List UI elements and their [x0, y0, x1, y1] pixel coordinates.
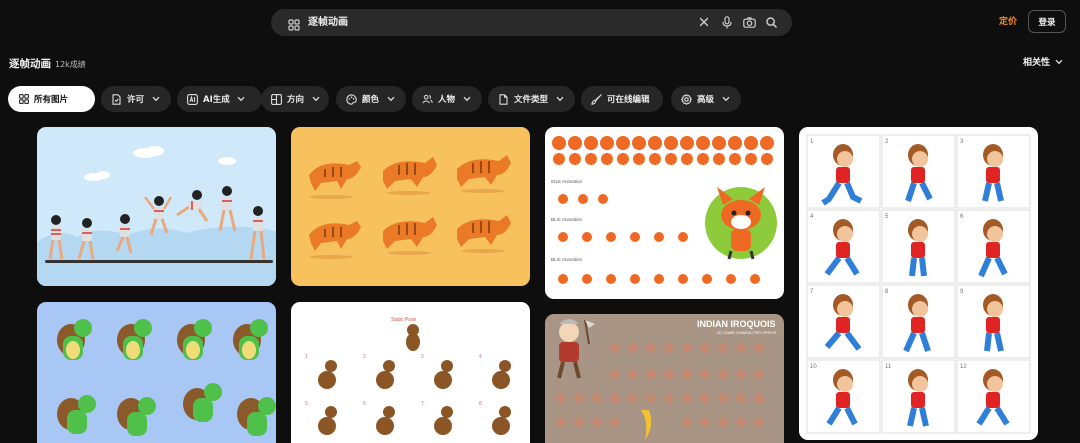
frame-number: 5 — [885, 214, 889, 220]
filter-label: 方向 — [287, 95, 305, 105]
results-count: 12k成绩 — [55, 60, 86, 69]
search-bar[interactable]: 逐帧动画 — [271, 9, 792, 36]
frame-number: 3 — [421, 354, 424, 360]
frame-number: 9 — [960, 289, 964, 295]
microphone-icon[interactable] — [720, 15, 734, 29]
filter-color[interactable]: 颜色 — [336, 86, 406, 112]
file-icon — [498, 93, 509, 105]
filter-file-type[interactable]: 文件类型 — [488, 86, 575, 112]
search-icon[interactable] — [764, 15, 778, 29]
camera-icon[interactable] — [742, 15, 756, 29]
frame-number: 4 — [479, 354, 482, 360]
frame-number: 4 — [810, 214, 814, 220]
filter-label: 颜色 — [362, 95, 380, 105]
frame-number: 6 — [960, 214, 964, 220]
filter-people[interactable]: 人物 — [412, 86, 482, 112]
frame-number: 10 — [810, 364, 817, 370]
tiger-run-illustration — [309, 155, 511, 259]
sort-dropdown[interactable]: 相关性 — [1023, 57, 1063, 70]
chevron-down-icon — [462, 95, 471, 104]
chevron-down-icon — [1055, 57, 1063, 70]
filter-label: 许可 — [127, 95, 145, 105]
chevron-down-icon — [555, 95, 564, 104]
sprite-label-1: IDLE Animation — [551, 179, 583, 184]
jump-sequence-illustration — [37, 146, 276, 286]
sort-label: 相关性 — [1023, 58, 1051, 68]
filter-label: 所有图片 — [34, 95, 69, 105]
result-image-iroquois-sprite-sheet[interactable]: INDIAN IROQUOIS 2D GAME CHARACTER SPRITE — [545, 314, 784, 443]
turtle-sprite-illustration — [57, 319, 276, 436]
result-image-jump-sequence[interactable] — [37, 127, 276, 286]
sprite-label-2: BLIC Animation — [551, 217, 583, 222]
ai-icon — [187, 93, 198, 105]
frame-number: 1 — [305, 354, 308, 360]
frame-number: 11 — [885, 364, 892, 370]
frame-number: 5 — [305, 401, 308, 407]
frame-number: 8 — [479, 401, 482, 407]
pricing-link[interactable]: 定价 — [999, 15, 1017, 29]
result-image-tiger-run[interactable] — [291, 127, 530, 286]
filter-label: 高级 — [697, 95, 715, 105]
result-image-fox-sprite-sheet[interactable]: IDLE Animation BLIC Animation BLIC Anima… — [545, 127, 784, 299]
sprite-caption: Static Pose — [391, 317, 417, 323]
palette-icon — [346, 93, 357, 105]
fox-sprite-illustration: IDLE Animation BLIC Animation BLIC Anima… — [551, 136, 777, 284]
result-image-boy-walk-cycle[interactable]: 1 2 3 4 5 6 7 8 9 10 11 12 — [799, 127, 1038, 440]
filter-advanced[interactable]: 高级 — [671, 86, 741, 112]
result-image-turtle-sprites[interactable] — [37, 302, 276, 443]
frame-number: 3 — [960, 139, 964, 145]
filter-label: 文件类型 — [514, 95, 549, 105]
frame-number: 6 — [363, 401, 366, 407]
sprite-sheet-subtitle: 2D GAME CHARACTER SPRITE — [717, 330, 777, 335]
frame-number: 1 — [810, 139, 814, 145]
filter-all-images[interactable]: 所有图片 — [8, 86, 95, 112]
frame-number: 7 — [421, 401, 424, 407]
orientation-icon — [271, 93, 282, 105]
results-title: 逐帧动画 — [9, 58, 51, 70]
sprite-sheet-title: INDIAN IROQUOIS — [697, 319, 776, 329]
filter-label: AI生成 — [203, 95, 230, 105]
iroquois-sprite-illustration: INDIAN IROQUOIS 2D GAME CHARACTER SPRITE — [556, 319, 777, 440]
sprite-label-3: BLIC Animation — [551, 257, 583, 262]
filter-ai-generated[interactable]: AI生成 — [177, 86, 262, 112]
license-icon — [111, 93, 122, 105]
login-button[interactable]: 登录 — [1028, 10, 1066, 33]
result-image-monkey-sprites[interactable]: Static Pose 1 2 3 4 5 6 7 8 — [291, 302, 530, 443]
frame-number: 12 — [960, 364, 967, 370]
filter-editable-online[interactable]: 可在线编辑 — [581, 86, 663, 112]
chevron-down-icon — [151, 95, 160, 104]
boy-walk-illustration: 1 2 3 4 5 6 7 8 9 10 11 12 — [806, 134, 1031, 434]
filter-label: 人物 — [438, 95, 456, 105]
clear-icon[interactable] — [697, 15, 711, 29]
gear-icon — [681, 93, 692, 105]
chevron-down-icon — [311, 95, 320, 104]
filter-label: 可在线编辑 — [607, 95, 650, 105]
frame-number: 8 — [885, 289, 889, 295]
chevron-down-icon — [237, 95, 246, 104]
filter-orientation[interactable]: 方向 — [261, 86, 329, 112]
search-input[interactable]: 逐帧动画 — [308, 15, 348, 30]
frame-number: 2 — [363, 354, 366, 360]
frame-number: 2 — [885, 139, 889, 145]
frame-number: 7 — [810, 289, 814, 295]
people-icon — [422, 94, 433, 105]
monkey-sprite-illustration: Static Pose 1 2 3 4 5 6 7 8 — [305, 317, 511, 435]
top-bar: 逐帧动画 定价 登录 — [0, 0, 1080, 46]
image-grid-icon[interactable] — [288, 16, 300, 31]
chevron-down-icon — [386, 95, 395, 104]
chevron-down-icon — [721, 95, 730, 104]
filter-license[interactable]: 许可 — [101, 86, 171, 112]
brush-icon — [591, 93, 602, 105]
image-grid-icon — [18, 94, 29, 105]
